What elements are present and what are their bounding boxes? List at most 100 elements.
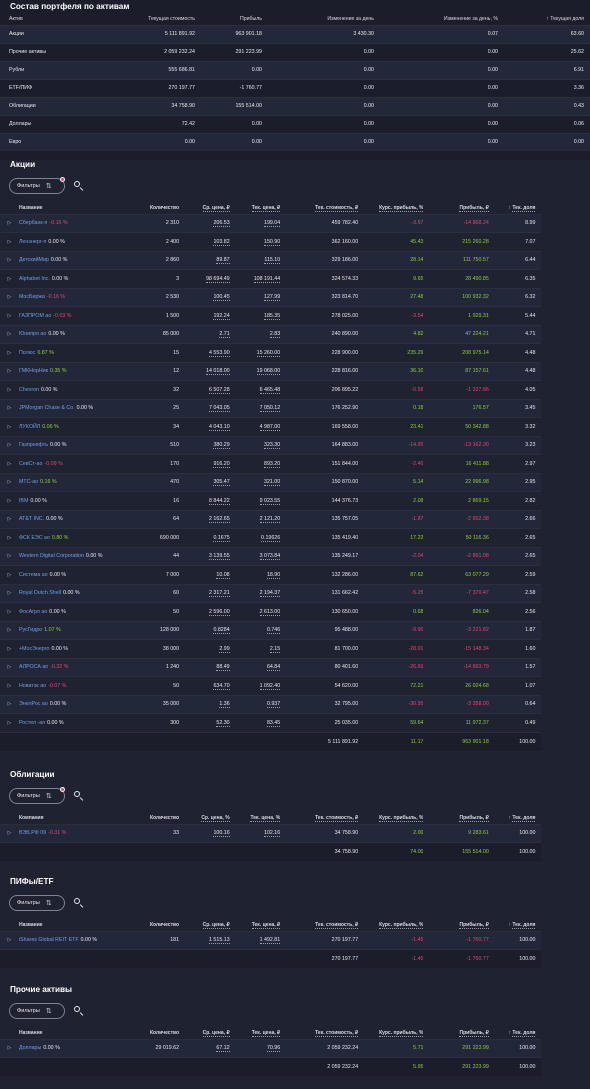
instrument-link[interactable]: Сбербанк-п: [19, 220, 47, 226]
instrument-link[interactable]: ФосАгро ао: [19, 609, 47, 615]
table-row[interactable]: ▷ РусГидро 1.07 % 128 000 0.8284 0.746 95 488.…: [0, 620, 590, 640]
table-row[interactable]: ▷ МТС-ао 0.16 % 470 305.47 321.00 150 870.00 5.…: [0, 472, 590, 492]
chevron-right-icon[interactable]: ▷: [0, 694, 19, 714]
instrument-link[interactable]: Ростел -ап: [19, 720, 45, 726]
instrument-link[interactable]: Юнипро ао: [19, 331, 46, 337]
instrument-link[interactable]: ФСК ЕЭС ао: [19, 535, 50, 541]
instrument-link[interactable]: ГМКНорНик: [19, 368, 48, 374]
instrument-link[interactable]: СевСт-ао: [19, 461, 43, 467]
instrument-link[interactable]: Royal Dutch Shell: [19, 590, 61, 596]
instrument-link[interactable]: ГАЗПРОМ ао: [19, 313, 51, 319]
table-row[interactable]: ▷ СевСт-ао -0.09 % 170 916.20 893.20 151 844.0…: [0, 454, 590, 473]
instrument-link[interactable]: Полюс: [19, 350, 35, 356]
chevron-right-icon[interactable]: ▷: [0, 213, 19, 233]
instrument-link[interactable]: JPMorgan Chase & Co.: [19, 405, 75, 411]
instrument-link[interactable]: МТС-ао: [19, 479, 38, 485]
chevron-right-icon[interactable]: ▷: [0, 361, 19, 381]
chevron-right-icon[interactable]: ▷: [0, 546, 19, 566]
col-value[interactable]: Тек. стоимость, ₽: [280, 202, 359, 214]
col-share[interactable]: ↑ Текущая доля: [498, 14, 590, 25]
table-row[interactable]: ▷ Газпрнефть 0.00 % 510 380.29 323.30 164 883.…: [0, 435, 590, 455]
table-row[interactable]: ▷ ДетскийМир 0.00 % 2 860 89.87 115.10 329 186…: [0, 250, 590, 270]
table-row[interactable]: ▷ ВЭБ.РФ 09 -0.31 % 33 100.16 102.16 34 758.90…: [0, 823, 590, 843]
table-row[interactable]: ▷ Chevron 0.00 % 32 6 507.28 6 465.48 206 895.…: [0, 380, 590, 399]
col-qty[interactable]: Количество: [129, 202, 179, 214]
col-share[interactable]: ↑ Тек. доля: [489, 1027, 542, 1039]
col-avg[interactable]: Ср. цена, ₽: [179, 1027, 230, 1039]
col-avg[interactable]: Ср. цена, ₽: [179, 202, 230, 214]
table-row[interactable]: ▷ ЭнелРос ао 0.00 % 35 000 1.36 0.937 32 795.0…: [0, 694, 590, 714]
col-pct[interactable]: Курс. прибыль, %: [358, 812, 424, 824]
chevron-right-icon[interactable]: ▷: [0, 306, 19, 325]
col-cur[interactable]: Тек. цена, ₽: [230, 919, 281, 931]
chevron-right-icon[interactable]: ▷: [0, 417, 19, 436]
instrument-link[interactable]: МосБиржа: [19, 294, 45, 300]
col-share[interactable]: ↑ Тек. доля: [489, 919, 542, 931]
col-change-day-pct[interactable]: Изменение за день, %: [374, 14, 498, 25]
table-row[interactable]: ▷ +МосЭнерго 0.00 % 38 000 2.99 2.15 81 700.00…: [0, 639, 590, 658]
col-profit[interactable]: Прибыль, ₽: [423, 1027, 489, 1039]
col-cur[interactable]: Тек. цена, %: [230, 812, 281, 824]
chevron-right-icon[interactable]: ▷: [0, 602, 19, 621]
instrument-link[interactable]: Доллары: [19, 1045, 41, 1051]
chevron-right-icon[interactable]: ▷: [0, 639, 19, 658]
instrument-link[interactable]: ВЭБ.РФ 09: [19, 830, 46, 836]
table-row[interactable]: ▷ IBM 0.00 % 16 8 844.22 9 023.55 144 376.73 2.…: [0, 491, 590, 510]
col-share[interactable]: ↑ Тек. доля: [489, 812, 542, 824]
table-row[interactable]: ▷ Royal Dutch Shell 0.00 % 60 2 317.21 2 194.…: [0, 583, 590, 603]
table-row[interactable]: ▷ ФосАгро ао 0.00 % 50 2 596.00 2 613.00 130 6…: [0, 602, 590, 621]
instrument-link[interactable]: Ленэнерг-п: [19, 239, 46, 245]
table-row[interactable]: ▷ ГАЗПРОМ ао -0.03 % 1 500 192.24 185.35 278 0…: [0, 306, 590, 325]
table-row[interactable]: ▷ Юнипро ао 0.00 % 85 000 2.71 2.83 240 890.00…: [0, 324, 590, 344]
table-row[interactable]: ▷ ГМКНорНик 0.35 % 12 14 018.00 19 068.00 228 …: [0, 361, 590, 381]
col-share[interactable]: ↑ Тек. доля: [489, 202, 542, 214]
col-value[interactable]: Тек. стоимость, ₽: [280, 812, 359, 824]
instrument-link[interactable]: АЛРОСА ао: [19, 664, 48, 670]
table-row[interactable]: ▷ JPMorgan Chase & Co. 0.00 % 25 7 043.05 7 0…: [0, 398, 590, 418]
instrument-link[interactable]: iShares Global REIT ETF: [19, 937, 79, 943]
chevron-right-icon[interactable]: ▷: [0, 454, 19, 473]
chevron-right-icon[interactable]: ▷: [0, 250, 19, 270]
chevron-right-icon[interactable]: ▷: [0, 930, 19, 950]
instrument-link[interactable]: IBM: [19, 498, 28, 504]
instrument-link[interactable]: ДетскийМир: [19, 257, 49, 263]
instrument-link[interactable]: РусГидро: [19, 627, 42, 633]
instrument-link[interactable]: Chevron: [19, 387, 39, 393]
col-name[interactable]: Компания: [19, 812, 129, 824]
filters-button[interactable]: Фильтры ⇅: [9, 177, 65, 194]
instrument-link[interactable]: AT&T INC.: [19, 516, 44, 522]
table-row[interactable]: ▷ AT&T INC. 0.00 % 64 2 162.65 2 121.20 135 75…: [0, 509, 590, 529]
col-pct[interactable]: Курс. прибыль, %: [358, 1027, 424, 1039]
chevron-right-icon[interactable]: ▷: [0, 676, 19, 695]
instrument-link[interactable]: ЛУКОЙЛ: [19, 424, 40, 430]
chevron-right-icon[interactable]: ▷: [0, 713, 19, 732]
col-profit[interactable]: Прибыль: [195, 14, 262, 25]
chevron-right-icon[interactable]: ▷: [0, 398, 19, 418]
instrument-link[interactable]: Alphabet Inc.: [19, 276, 50, 282]
col-value[interactable]: Текущая стоимость: [110, 14, 195, 25]
table-row[interactable]: ▷ Ростел -ап 0.00 % 300 52.30 83.45 25 035.00 5…: [0, 713, 590, 732]
col-profit[interactable]: Прибыль, ₽: [423, 919, 489, 931]
search-icon[interactable]: [73, 897, 85, 909]
filters-button[interactable]: Фильтры ⇅: [9, 1003, 65, 1019]
table-row[interactable]: ▷ Полюс 0.87 % 15 4 553.90 15 260.00 228 900.0…: [0, 343, 590, 362]
col-avg[interactable]: Ср. цена, %: [179, 812, 230, 824]
table-row[interactable]: ▷ АЛРОСА ао -0.32 % 1 240 88.49 64.84 80 401.6…: [0, 657, 590, 677]
col-name[interactable]: Название: [19, 1027, 129, 1039]
col-cur[interactable]: Тек. цена, ₽: [230, 1027, 281, 1039]
col-qty[interactable]: Количество: [129, 812, 179, 824]
instrument-link[interactable]: Новатэк ао: [19, 683, 46, 689]
chevron-right-icon[interactable]: ▷: [0, 620, 19, 640]
instrument-link[interactable]: ЭнелРос ао: [19, 701, 48, 707]
chevron-right-icon[interactable]: ▷: [0, 583, 19, 603]
col-profit[interactable]: Прибыль, ₽: [423, 812, 489, 824]
chevron-right-icon[interactable]: ▷: [0, 324, 19, 344]
search-icon[interactable]: [73, 790, 85, 802]
table-row[interactable]: ▷ МосБиржа -0.16 % 2 530 100.45 127.99 323 814…: [0, 287, 590, 307]
instrument-link[interactable]: Western Digital Corporation: [19, 553, 84, 559]
filters-button[interactable]: Фильтры ⇅: [9, 787, 65, 804]
table-row[interactable]: ▷ ФСК ЕЭС ао 0.80 % 690 000 0.1675 0.19626 135…: [0, 528, 590, 547]
table-row[interactable]: ▷ Система ао 0.00 % 7 000 10.08 18.90 132 286.…: [0, 565, 590, 584]
table-row[interactable]: ▷ iShares Global REIT ETF 0.00 % 181 1 515.1…: [0, 930, 590, 950]
table-row[interactable]: ▷ Доллары 0.00 % 29 019.62 67.12 70.96 2 059 2…: [0, 1038, 590, 1058]
